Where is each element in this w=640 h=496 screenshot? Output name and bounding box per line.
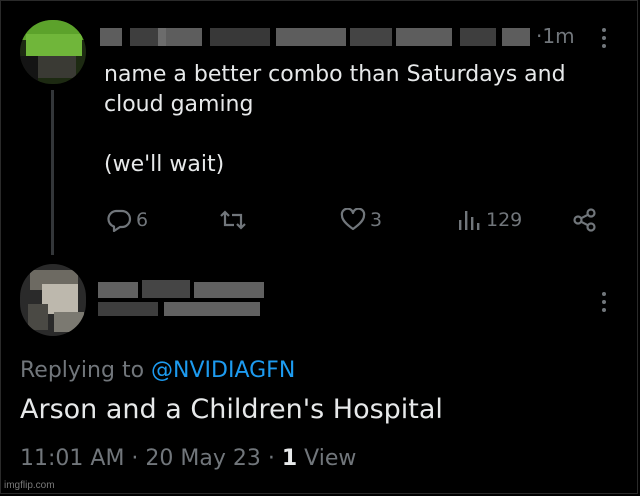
retweet-button[interactable] xyxy=(218,205,252,235)
replying-to: Replying to @NVIDIAGFN xyxy=(20,358,295,383)
reply-count: 6 xyxy=(136,209,149,231)
views-icon xyxy=(456,208,482,232)
thread-line xyxy=(51,90,54,255)
reply-timestamp[interactable]: 11:01 AM · 20 May 23 · xyxy=(20,446,282,471)
like-count: 3 xyxy=(370,209,383,231)
reply-author-name-blurred[interactable] xyxy=(98,278,268,322)
share-icon xyxy=(572,208,598,232)
reply-view-label: View xyxy=(297,446,357,471)
watermark: imgflip.com xyxy=(4,480,55,491)
like-icon xyxy=(340,208,366,232)
reply-button[interactable]: 6 xyxy=(106,205,148,235)
reply-avatar[interactable] xyxy=(20,264,86,336)
views-button[interactable]: 129 xyxy=(456,205,522,235)
replying-to-label: Replying to xyxy=(20,358,152,383)
reply-view-count: 1 xyxy=(281,446,298,471)
share-button[interactable] xyxy=(572,205,598,235)
reply-icon xyxy=(106,208,132,232)
reply-text: Arson and a Children's Hospital xyxy=(20,394,443,425)
reply-meta: 11:01 AM · 20 May 23 · 1 View xyxy=(20,446,356,471)
like-button[interactable]: 3 xyxy=(340,205,382,235)
view-count: 129 xyxy=(486,209,523,231)
author-name-blurred[interactable] xyxy=(100,26,530,48)
tweet-timestamp[interactable]: ·1m xyxy=(536,24,575,48)
reply-more-icon[interactable] xyxy=(601,292,607,312)
retweet-icon xyxy=(218,208,248,232)
replying-to-handle-link[interactable]: @NVIDIAGFN xyxy=(151,358,295,383)
tweet-text: name a better combo than Saturdays and c… xyxy=(104,62,566,177)
avatar[interactable] xyxy=(20,20,86,84)
more-icon[interactable] xyxy=(601,28,607,48)
